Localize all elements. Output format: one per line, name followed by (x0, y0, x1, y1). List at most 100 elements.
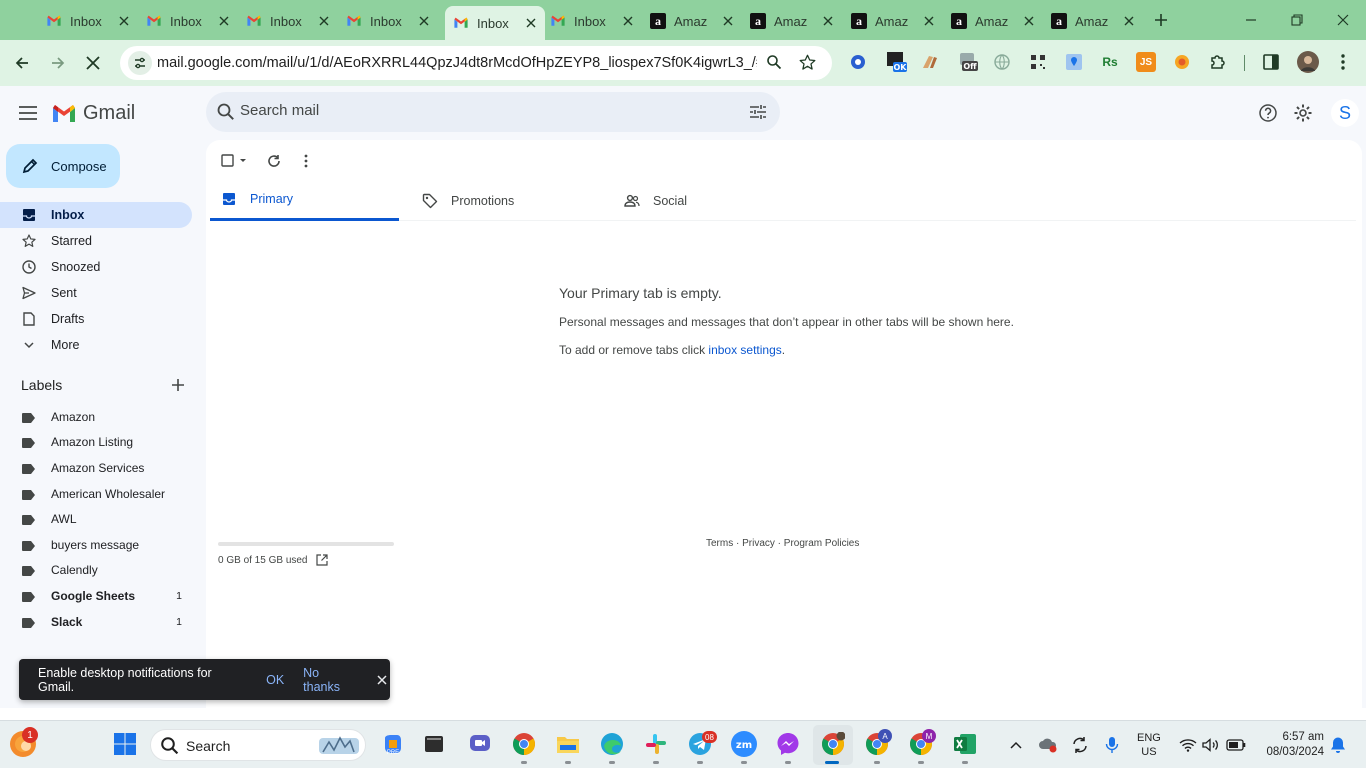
back-button[interactable] (10, 51, 34, 75)
browser-tab[interactable]: Inbox (238, 6, 338, 36)
input-language[interactable]: ENG US (1137, 731, 1161, 759)
search-bar[interactable] (206, 92, 780, 132)
close-tab-icon[interactable] (416, 13, 432, 29)
site-info-icon[interactable] (128, 51, 152, 75)
close-tab-icon[interactable] (921, 13, 937, 29)
compose-button[interactable]: Compose (6, 144, 120, 188)
extension-globe-icon[interactable] (992, 52, 1012, 72)
inbox-settings-link[interactable]: inbox settings (708, 343, 781, 357)
restore-button[interactable] (1285, 8, 1309, 32)
meet-chat-icon[interactable] (467, 731, 493, 757)
close-tab-icon[interactable] (1121, 13, 1137, 29)
label-item[interactable]: Calendly (0, 558, 192, 584)
zoom-app-icon[interactable]: zm (731, 731, 757, 757)
sidebar-item-starred[interactable]: Starred (0, 228, 192, 254)
extension-compass-icon[interactable] (848, 52, 868, 72)
close-tab-icon[interactable] (820, 13, 836, 29)
extension-js-icon[interactable]: JS (1136, 52, 1156, 72)
toast-ok-button[interactable]: OK (266, 673, 284, 687)
more-options-icon[interactable] (295, 150, 317, 172)
file-explorer-icon[interactable] (555, 731, 581, 757)
label-item[interactable]: American Wholesaler (0, 481, 192, 507)
settings-gear-icon[interactable] (1291, 101, 1315, 125)
label-item[interactable]: Slack 1 (0, 609, 192, 635)
main-menu-icon[interactable] (16, 101, 40, 125)
browser-tab[interactable]: Inbox (542, 6, 642, 36)
new-tab-button[interactable] (1151, 10, 1171, 30)
bookmark-star-icon[interactable] (799, 54, 817, 72)
close-tab-icon[interactable] (116, 13, 132, 29)
task-view-icon[interactable] (421, 731, 447, 757)
browser-tab[interactable]: a Amaz (843, 6, 943, 36)
url-text[interactable]: mail.google.com/mail/u/1/d/AEoRXRRL44Qpz… (157, 55, 757, 71)
chrome-menu-icon[interactable] (1333, 52, 1353, 72)
minimize-button[interactable] (1239, 8, 1263, 32)
browser-tab[interactable]: a Amaz (1043, 6, 1143, 36)
browser-tab[interactable]: Inbox (38, 6, 138, 36)
extensions-puzzle-icon[interactable] (1208, 52, 1228, 72)
search-options-icon[interactable] (748, 102, 768, 122)
open-external-icon[interactable] (315, 554, 328, 566)
notification-bell-icon[interactable] (1328, 735, 1348, 755)
microphone-icon[interactable] (1102, 735, 1122, 755)
show-hidden-icons-chevron-up-icon[interactable] (1006, 735, 1026, 755)
extension-orange-circle-icon[interactable] (1172, 52, 1192, 72)
close-tab-icon[interactable] (523, 15, 539, 31)
gmail-logo[interactable]: Gmail (51, 102, 135, 125)
close-window-button[interactable] (1331, 8, 1355, 32)
extension-ok-icon[interactable]: OK (886, 51, 908, 73)
browser-tab[interactable]: a Amaz (742, 6, 842, 36)
sidebar-item-snoozed[interactable]: Snoozed (0, 254, 192, 280)
browser-tab[interactable]: a Amaz (943, 6, 1043, 36)
chrome-taskbar-icon[interactable] (511, 731, 537, 757)
browser-tab[interactable]: Inbox (138, 6, 238, 36)
sidebar-item-drafts[interactable]: Drafts (0, 306, 192, 332)
extension-rs-icon[interactable]: Rs (1100, 52, 1120, 72)
volume-icon[interactable] (1201, 735, 1221, 755)
zoom-icon[interactable] (766, 54, 784, 72)
create-label-button[interactable] (169, 376, 187, 394)
side-panel-icon[interactable] (1261, 52, 1281, 72)
close-tab-icon[interactable] (720, 13, 736, 29)
sidebar-item-inbox[interactable]: Inbox (0, 202, 192, 228)
slack-icon[interactable] (643, 731, 669, 757)
label-item[interactable]: buyers message (0, 532, 192, 558)
label-item[interactable]: Amazon Services (0, 455, 192, 481)
start-button[interactable] (112, 731, 138, 757)
battery-icon[interactable] (1226, 735, 1246, 755)
extension-qr-icon[interactable] (1028, 52, 1048, 72)
wifi-icon[interactable] (1178, 735, 1198, 755)
browser-tab[interactable]: Inbox (338, 6, 438, 36)
stop-loading-button[interactable] (81, 51, 105, 75)
extension-off-icon[interactable]: Off (958, 51, 980, 73)
close-tab-icon[interactable] (1021, 13, 1037, 29)
close-tab-icon[interactable] (620, 13, 636, 29)
taskbar-clock[interactable]: 6:57 am 08/03/2024 (1258, 730, 1324, 760)
address-bar[interactable]: mail.google.com/mail/u/1/d/AEoRXRRL44Qpz… (120, 46, 832, 80)
chrome-profile-1-icon[interactable] (820, 731, 846, 757)
close-tab-icon[interactable] (316, 13, 332, 29)
browser-tab[interactable]: a Amaz (642, 6, 742, 36)
messenger-icon[interactable] (775, 731, 801, 757)
footer-links[interactable]: Terms · Privacy · Program Policies (706, 538, 859, 549)
forward-button[interactable] (46, 51, 70, 75)
refresh-icon[interactable] (263, 150, 285, 172)
tab-social[interactable]: Social (613, 180, 803, 221)
onedrive-sync-icon[interactable] (1038, 735, 1058, 755)
sync-arrows-icon[interactable] (1070, 735, 1090, 755)
taskbar-search[interactable]: Search (150, 729, 366, 761)
label-item[interactable]: Amazon Listing (0, 430, 192, 456)
account-avatar[interactable]: S (1331, 99, 1359, 127)
extension-bookshelf-icon[interactable] (920, 52, 940, 72)
tab-promotions[interactable]: Promotions (411, 180, 601, 221)
tab-primary[interactable]: Primary (210, 180, 399, 221)
sidebar-item-more[interactable]: More (0, 332, 192, 358)
close-tab-icon[interactable] (216, 13, 232, 29)
toast-no-thanks-button[interactable]: No thanks (303, 666, 358, 694)
label-item[interactable]: Google Sheets 1 (0, 583, 192, 609)
sidebar-item-sent[interactable]: Sent (0, 280, 192, 306)
profile-avatar[interactable] (1297, 51, 1319, 73)
excel-icon[interactable] (952, 731, 978, 757)
browser-tab[interactable]: Inbox (445, 6, 545, 40)
copilot-icon[interactable]: PRE (380, 731, 406, 757)
